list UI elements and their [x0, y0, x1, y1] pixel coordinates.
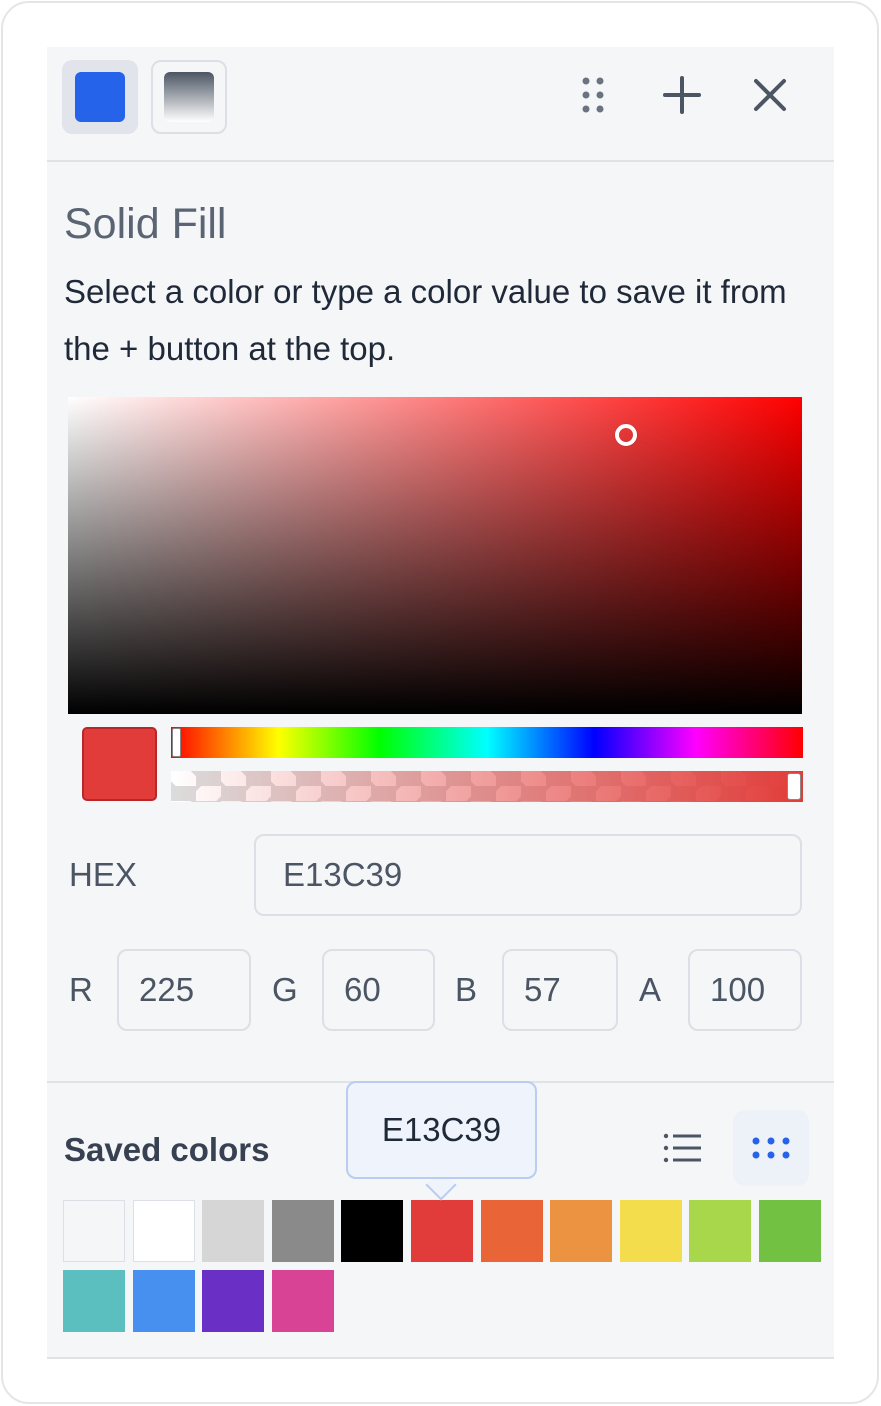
hex-label: HEX [69, 856, 137, 893]
add-color-button[interactable] [660, 73, 704, 117]
red-input[interactable] [117, 949, 251, 1031]
saved-color-swatch[interactable] [620, 1200, 682, 1262]
saved-color-swatch[interactable] [133, 1270, 195, 1332]
saved-color-swatch[interactable] [550, 1200, 612, 1262]
list-view-button[interactable] [645, 1110, 721, 1186]
close-icon [754, 79, 786, 111]
solid-fill-mode-button[interactable] [62, 60, 138, 134]
hex-input[interactable] [254, 834, 802, 916]
saved-color-swatch[interactable] [759, 1200, 821, 1262]
saved-color-swatch[interactable] [202, 1270, 264, 1332]
saved-color-swatch[interactable] [272, 1270, 334, 1332]
list-icon [663, 1133, 701, 1163]
saved-color-swatch[interactable] [272, 1200, 334, 1262]
current-color-preview [82, 727, 157, 801]
saturation-brightness-handle[interactable] [614, 424, 637, 447]
green-label: G [272, 971, 298, 1008]
color-tooltip: E13C39 [346, 1081, 537, 1179]
alpha-label: A [639, 971, 662, 1008]
saved-color-swatch[interactable] [63, 1200, 125, 1262]
solid-fill-icon [75, 72, 125, 122]
saved-color-swatch[interactable] [341, 1200, 403, 1262]
gradient-fill-icon [164, 72, 214, 122]
saved-color-swatch[interactable] [689, 1200, 751, 1262]
panel-description: Select a color or type a color value to … [64, 273, 787, 367]
saved-color-swatch[interactable] [63, 1270, 125, 1332]
green-input[interactable] [322, 949, 435, 1031]
grid-icon [752, 1137, 790, 1159]
panel-title: Solid Fill [64, 200, 227, 248]
saturation-brightness-area[interactable] [68, 397, 802, 714]
saved-color-swatch[interactable] [133, 1200, 195, 1262]
hue-slider-handle[interactable] [172, 728, 181, 757]
plus-icon [663, 76, 701, 114]
close-button[interactable] [748, 73, 792, 117]
alpha-slider[interactable] [171, 771, 803, 802]
hue-slider[interactable] [171, 727, 803, 758]
saved-color-swatch[interactable] [411, 1200, 473, 1262]
alpha-gradient [171, 771, 803, 802]
grid-view-button[interactable] [733, 1110, 809, 1186]
drag-handle-icon[interactable] [571, 73, 615, 117]
gradient-fill-mode-button[interactable] [151, 60, 227, 134]
blue-input[interactable] [502, 949, 618, 1031]
color-picker-panel: Solid Fill Select a color or type a colo… [47, 47, 834, 1359]
saved-color-swatch[interactable] [202, 1200, 264, 1262]
blue-label: B [455, 971, 478, 1008]
red-label: R [69, 971, 93, 1008]
picker-toolbar [47, 47, 834, 162]
saved-color-swatch[interactable] [481, 1200, 543, 1262]
alpha-slider-handle[interactable] [787, 773, 801, 800]
alpha-input[interactable] [688, 949, 802, 1031]
saved-colors-title: Saved colors [64, 1131, 270, 1168]
